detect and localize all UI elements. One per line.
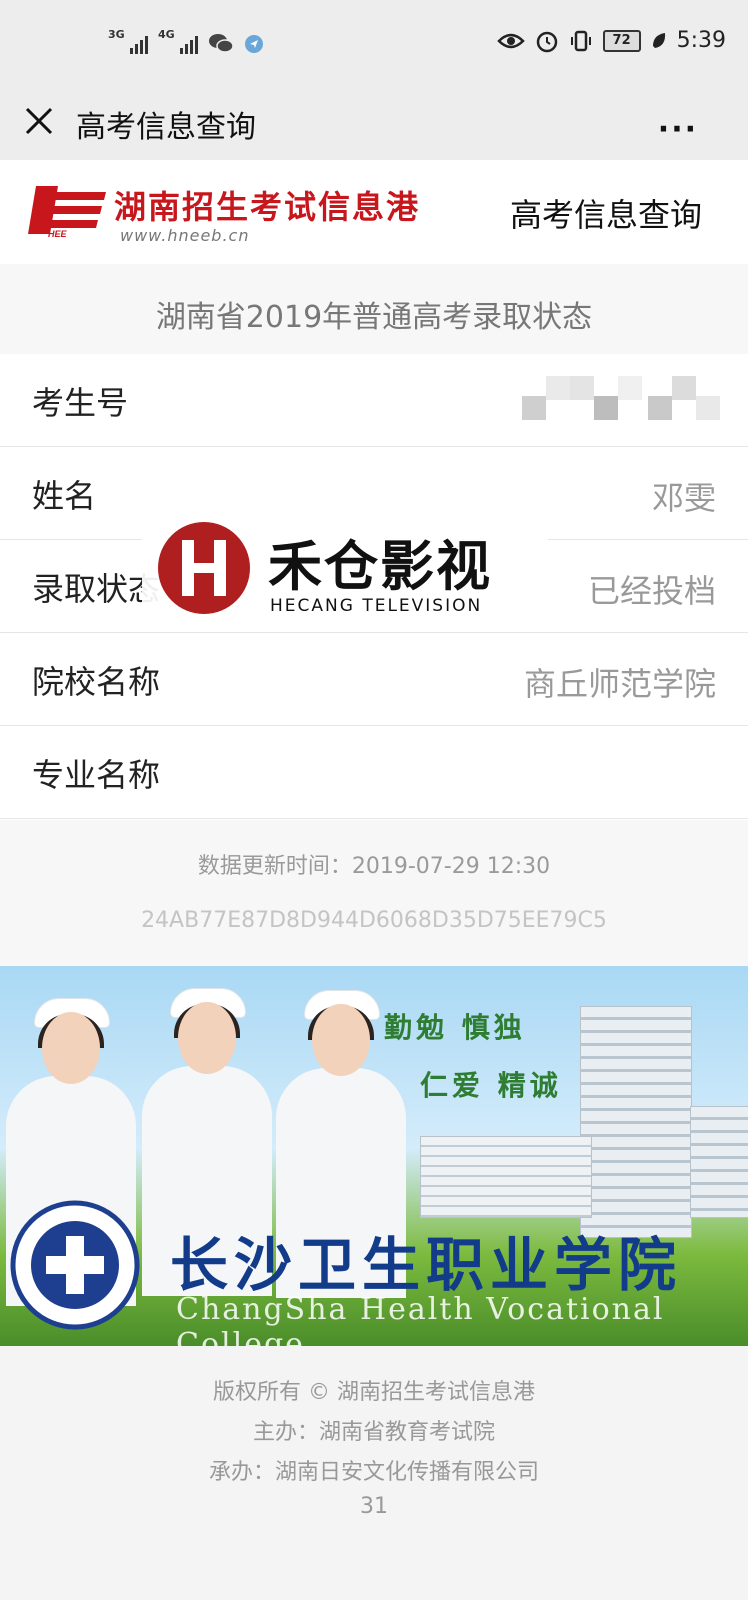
svg-text:HEE: HEE xyxy=(48,229,68,238)
footer: 版权所有 © 湖南招生考试信息港 主办：湖南省教育考试院 承办：湖南日安文化传播… xyxy=(0,1346,748,1600)
result-caption: 湖南省2019年普通高考录取状态 xyxy=(155,300,593,335)
row-label: 录取状态 xyxy=(32,570,161,608)
network-type-1: 3G xyxy=(108,28,125,41)
clock: 5:39 xyxy=(676,28,726,53)
page-title: 高考信息查询 xyxy=(76,110,256,145)
table-row-major: 专业名称 xyxy=(0,726,748,819)
site-header: HEE 湖南招生考试信息港 www.hneeb.cn 高考信息查询 xyxy=(0,160,748,265)
watermark-en: HECANG TELEVISION xyxy=(270,596,483,616)
status-left: 3G 4G xyxy=(108,26,264,54)
building-image xyxy=(580,1006,692,1238)
site-url: www.hneeb.cn xyxy=(120,226,250,245)
redacted-value-2 xyxy=(648,376,720,426)
college-name-en: ChangSha Health Vocational College xyxy=(176,1292,665,1346)
signal-icon: 3G xyxy=(108,28,148,54)
more-options-icon[interactable]: ··· xyxy=(658,112,698,147)
organizer: 承办：湖南日安文化传播有限公司 xyxy=(208,1460,539,1485)
table-row-exam-number: 考生号 xyxy=(0,354,748,447)
location-icon xyxy=(245,35,263,53)
network-type-2: 4G xyxy=(158,28,175,41)
hecang-logo xyxy=(158,522,250,614)
college-name: 长沙卫生职业学院 xyxy=(170,1231,683,1299)
close-icon[interactable] xyxy=(24,106,54,136)
eye-icon xyxy=(496,33,525,48)
row-label: 专业名称 xyxy=(32,756,161,794)
alarm-icon xyxy=(536,31,557,52)
row-label: 院校名称 xyxy=(32,663,161,701)
row-value: 邓雯 xyxy=(651,479,716,517)
building-image-2 xyxy=(420,1136,592,1218)
result-caption-bar: 湖南省2019年普通高考录取状态 xyxy=(0,264,748,355)
slogan-2: 仁爱 精诚 xyxy=(420,1069,562,1102)
row-label: 姓名 xyxy=(32,477,97,515)
wechat-icon xyxy=(209,34,234,53)
building-image-3 xyxy=(690,1106,748,1218)
row-value: 已经投档 xyxy=(587,572,716,610)
battery-icon: 72 xyxy=(602,29,641,52)
leaf-icon xyxy=(652,32,665,48)
meta-info: 数据更新时间：2019-07-29 12:30 24AB77E87D8D944D… xyxy=(0,820,748,966)
header-title: 高考信息查询 xyxy=(509,196,702,234)
vibrate-icon xyxy=(570,30,591,51)
status-bar: 3G 4G 72 5:39 xyxy=(0,0,748,88)
hee-logo[interactable]: HEE xyxy=(18,182,108,238)
redacted-value xyxy=(522,376,642,426)
status-right: 72 5:39 xyxy=(496,28,726,53)
college-emblem-icon xyxy=(10,1200,140,1330)
site-name: 湖南招生考试信息港 xyxy=(114,188,421,226)
record-hash: 24AB77E87D8D944D6068D35D75EE79C5 xyxy=(141,908,607,933)
update-time: 数据更新时间：2019-07-29 12:30 xyxy=(197,854,551,879)
title-bar: 高考信息查询 ··· xyxy=(0,88,748,160)
watermark: 禾仓影视 HECANG TELEVISION xyxy=(142,510,548,628)
ad-banner[interactable]: 勤勉 慎独 仁爱 精诚 长沙卫生职业学院 ChangSha Health Voc… xyxy=(0,966,748,1346)
host-org: 主办：湖南省教育考试院 xyxy=(252,1420,495,1445)
signal-icon-2: 4G xyxy=(158,28,198,54)
row-value: 商丘师范学院 xyxy=(523,665,716,703)
page-number: 31 xyxy=(360,1494,388,1519)
copyright: 版权所有 © 湖南招生考试信息港 xyxy=(213,1380,535,1405)
row-label: 考生号 xyxy=(32,384,129,422)
watermark-cn: 禾仓影视 xyxy=(268,535,492,598)
table-row-school: 院校名称 商丘师范学院 xyxy=(0,633,748,726)
